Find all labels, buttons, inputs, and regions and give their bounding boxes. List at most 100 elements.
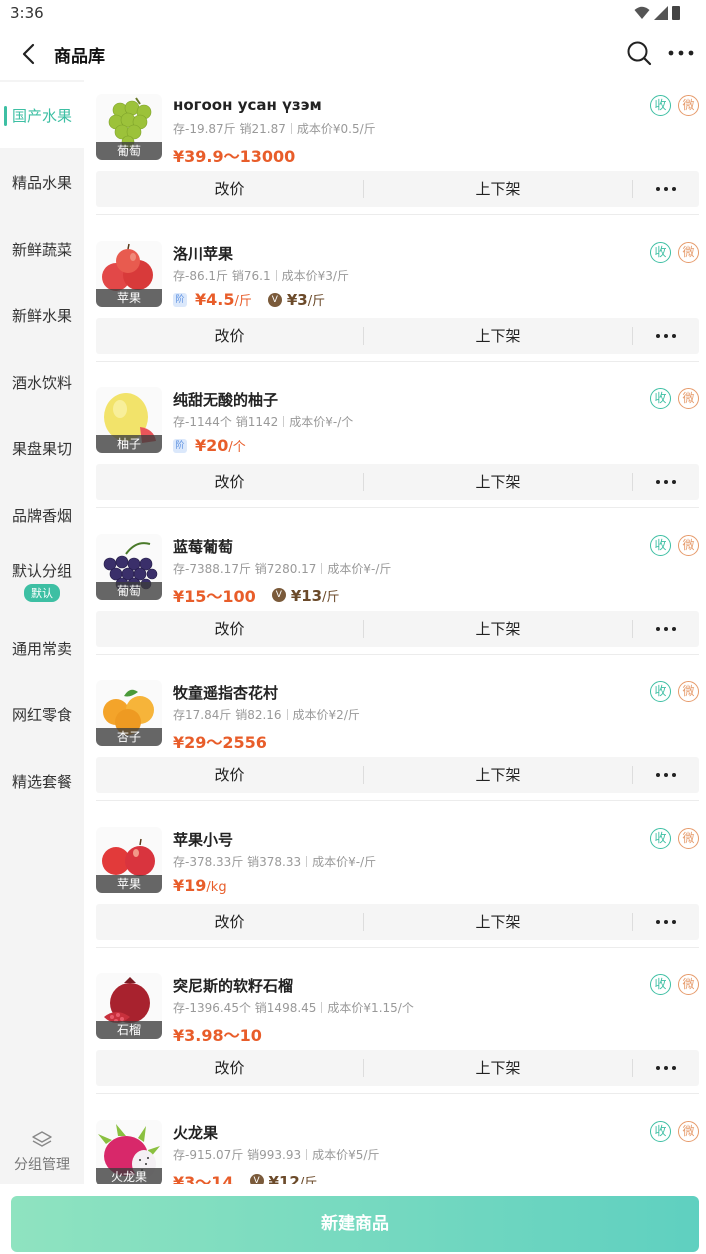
sales-text: 销993.93: [247, 1148, 302, 1162]
change-price-button[interactable]: 改价: [96, 1050, 363, 1086]
shou-tag: 收: [650, 388, 671, 409]
more-actions-button[interactable]: [633, 611, 699, 647]
price-text: ¥39.9～13000: [173, 147, 296, 166]
status-icons: [634, 6, 680, 20]
create-product-button[interactable]: 新建商品: [11, 1196, 699, 1252]
product-name: 苹果小号: [173, 831, 234, 849]
product-card[interactable]: 葡萄 蓝莓葡萄 存-7388.17斤 销7280.17 成本价¥-/斤 ¥15～1…: [96, 520, 699, 666]
product-card[interactable]: 石榴 突尼斯的软籽石榴 存-1396.45个 销1498.45 成本价¥1.15/…: [96, 959, 699, 1105]
default-badge: 默认: [24, 584, 60, 602]
product-image-label: 葡萄: [96, 582, 162, 600]
product-image-label: 石榴: [96, 1021, 162, 1039]
product-card[interactable]: 杏子 牧童遥指杏花村 存17.84斤 销82.16 成本价¥2/斤 ¥29～255…: [96, 666, 699, 812]
sidebar-item-jingpin-shuiguo[interactable]: 精品水果: [0, 149, 84, 215]
product-card[interactable]: 火龙果 火龙果 存-915.07斤 销993.93 成本价¥5/斤 ¥3～14 V…: [96, 1106, 699, 1184]
sidebar-item-jiushui-yinliao[interactable]: 酒水饮料: [0, 349, 84, 415]
product-image-label: 火龙果: [96, 1168, 162, 1184]
shelf-toggle-button[interactable]: 上下架: [364, 757, 632, 793]
price-text: ¥15～100: [173, 587, 256, 606]
signal-icon: [654, 6, 668, 20]
wei-tag: 微: [678, 681, 699, 702]
action-bar: 改价 上下架: [96, 171, 699, 207]
product-name: ногоон усан үзэм: [173, 96, 322, 114]
product-image: 杏子: [96, 680, 162, 746]
wei-tag: 微: [678, 388, 699, 409]
tier-price-icon: 阶: [173, 292, 187, 307]
sidebar-item-wanghong-lingshi[interactable]: 网红零食: [0, 681, 84, 747]
price-row: ¥3.98～10: [173, 1022, 262, 1046]
cost-text: 成本价¥3/斤: [281, 269, 349, 283]
sidebar-item-guopan-guoqie[interactable]: 果盘果切: [0, 415, 84, 481]
cost-text: 成本价¥1.15/个: [327, 1001, 414, 1015]
vip-icon: V: [267, 292, 282, 307]
product-image: 葡萄: [96, 94, 162, 160]
header: 商品库: [0, 28, 706, 80]
shou-tag: 收: [650, 681, 671, 702]
wei-tag: 微: [678, 828, 699, 849]
sidebar-item-xinxian-shuiguo[interactable]: 新鲜水果: [0, 282, 84, 348]
shelf-toggle-button[interactable]: 上下架: [364, 1050, 632, 1086]
sidebar-item-label: 酒水饮料: [11, 373, 72, 392]
price-row: ¥15～100 V ¥13/斤: [173, 583, 340, 607]
more-actions-button[interactable]: [633, 171, 699, 207]
change-price-button[interactable]: 改价: [96, 757, 363, 793]
sidebar-item-label: 新鲜蔬菜: [11, 240, 72, 259]
product-card[interactable]: 柚子 纯甜无酸的柚子 存-1144个 销1142 成本价¥-/个 阶 ¥20/个 …: [96, 373, 699, 519]
product-name: 火龙果: [173, 1124, 219, 1142]
more-actions-button[interactable]: [633, 757, 699, 793]
change-price-button[interactable]: 改价: [96, 464, 363, 500]
wei-tag: 微: [678, 535, 699, 556]
price-row: ¥29～2556: [173, 729, 267, 753]
sidebar-item-label: 果盘果切: [11, 439, 72, 458]
shelf-toggle-button[interactable]: 上下架: [364, 904, 632, 940]
sales-text: 销21.87: [239, 122, 286, 136]
change-price-button[interactable]: 改价: [96, 904, 363, 940]
shou-tag: 收: [650, 535, 671, 556]
more-actions-button[interactable]: [633, 1050, 699, 1086]
product-stats: 存-19.87斤 销21.87 成本价¥0.5/斤: [173, 120, 376, 137]
product-stats: 存17.84斤 销82.16 成本价¥2/斤: [173, 706, 360, 723]
price-row: ¥19/kg: [173, 876, 227, 895]
product-card[interactable]: 苹果 苹果小号 存-378.33斤 销378.33 成本价¥-/斤 ¥19/kg …: [96, 813, 699, 959]
product-stats: 存-378.33斤 销378.33 成本价¥-/斤: [173, 853, 376, 870]
product-image: 苹果: [96, 827, 162, 893]
more-actions-button[interactable]: [633, 464, 699, 500]
sidebar-item-label: 网红零食: [11, 705, 72, 724]
vip-price-text: ¥13/斤: [290, 586, 340, 605]
sidebar-item-pinpai-xiangyan[interactable]: 品牌香烟: [0, 482, 84, 548]
group-management-button[interactable]: 分组管理: [0, 1130, 84, 1174]
shelf-toggle-button[interactable]: 上下架: [364, 318, 632, 354]
price-row: 阶 ¥4.5/斤 V ¥3/斤: [173, 290, 325, 309]
product-list[interactable]: 葡萄 ногоон усан үзэм 存-19.87斤 销21.87 成本价¥0…: [84, 80, 706, 1184]
action-bar: 改价 上下架: [96, 757, 699, 793]
sidebar-item-jingxuan-taocan[interactable]: 精选套餐: [0, 748, 84, 814]
product-image-label: 苹果: [96, 289, 162, 307]
product-image: 葡萄: [96, 534, 162, 600]
shelf-toggle-button[interactable]: 上下架: [364, 464, 632, 500]
cost-text: 成本价¥0.5/斤: [296, 122, 376, 136]
sidebar-item-guochan-shuiguo[interactable]: 国产水果: [0, 82, 84, 148]
shelf-toggle-button[interactable]: 上下架: [364, 611, 632, 647]
change-price-button[interactable]: 改价: [96, 171, 363, 207]
product-stats: 存-86.1斤 销76.1 成本价¥3/斤: [173, 267, 349, 284]
more-icon[interactable]: [666, 42, 696, 64]
price-text: ¥3.98～10: [173, 1026, 262, 1045]
change-price-button[interactable]: 改价: [96, 318, 363, 354]
shelf-toggle-button[interactable]: 上下架: [364, 171, 632, 207]
product-card[interactable]: 苹果 洛川苹果 存-86.1斤 销76.1 成本价¥3/斤 阶 ¥4.5/斤 V …: [96, 227, 699, 373]
sidebar-item-moren-fenzu[interactable]: 默认分组 默认: [0, 548, 84, 614]
price-text: ¥3～14: [173, 1173, 234, 1184]
shou-tag: 收: [650, 1121, 671, 1142]
more-actions-button[interactable]: [633, 904, 699, 940]
stock-text: 存-378.33斤: [173, 855, 244, 869]
sidebar-item-tongyong-changmai[interactable]: 通用常卖: [0, 615, 84, 681]
sidebar-item-xinxian-shucai[interactable]: 新鲜蔬菜: [0, 216, 84, 282]
more-actions-button[interactable]: [633, 318, 699, 354]
search-icon[interactable]: [626, 40, 652, 66]
change-price-button[interactable]: 改价: [96, 611, 363, 647]
wei-tag: 微: [678, 242, 699, 263]
stock-text: 存-915.07斤: [173, 1148, 244, 1162]
product-stats: 存-915.07斤 销993.93 成本价¥5/斤: [173, 1146, 379, 1163]
product-card[interactable]: 葡萄 ногоон усан үзэм 存-19.87斤 销21.87 成本价¥0…: [96, 80, 699, 226]
back-icon[interactable]: [18, 42, 40, 66]
